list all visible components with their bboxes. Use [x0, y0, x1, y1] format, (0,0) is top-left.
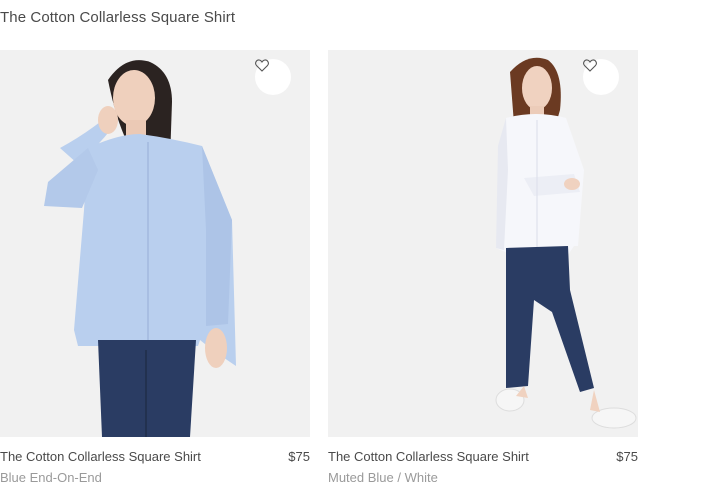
product-image[interactable]: [0, 50, 310, 437]
heart-outline-icon: [583, 59, 597, 72]
product-image[interactable]: [328, 50, 638, 437]
wishlist-button[interactable]: [583, 59, 619, 95]
product-price: $75: [288, 449, 310, 464]
product-name[interactable]: The Cotton Collarless Square Shirt: [0, 449, 201, 464]
wishlist-button[interactable]: [255, 59, 291, 95]
product-info: The Cotton Collarless Square Shirt $75 B…: [0, 437, 310, 485]
product-card[interactable]: The Cotton Collarless Square Shirt $75 B…: [0, 50, 310, 485]
heart-outline-icon: [255, 59, 269, 72]
model-photo: [44, 60, 236, 437]
product-color-name: Blue End-On-End: [0, 470, 102, 485]
product-card[interactable]: The Cotton Collarless Square Shirt $75 M…: [328, 50, 638, 485]
product-info: The Cotton Collarless Square Shirt $75 M…: [328, 437, 638, 485]
page-title: The Cotton Collarless Square Shirt: [0, 9, 236, 26]
product-price: $75: [616, 449, 638, 464]
product-color-name: Muted Blue / White: [328, 470, 438, 485]
model-photo: [495, 57, 637, 429]
product-name[interactable]: The Cotton Collarless Square Shirt: [328, 449, 529, 464]
